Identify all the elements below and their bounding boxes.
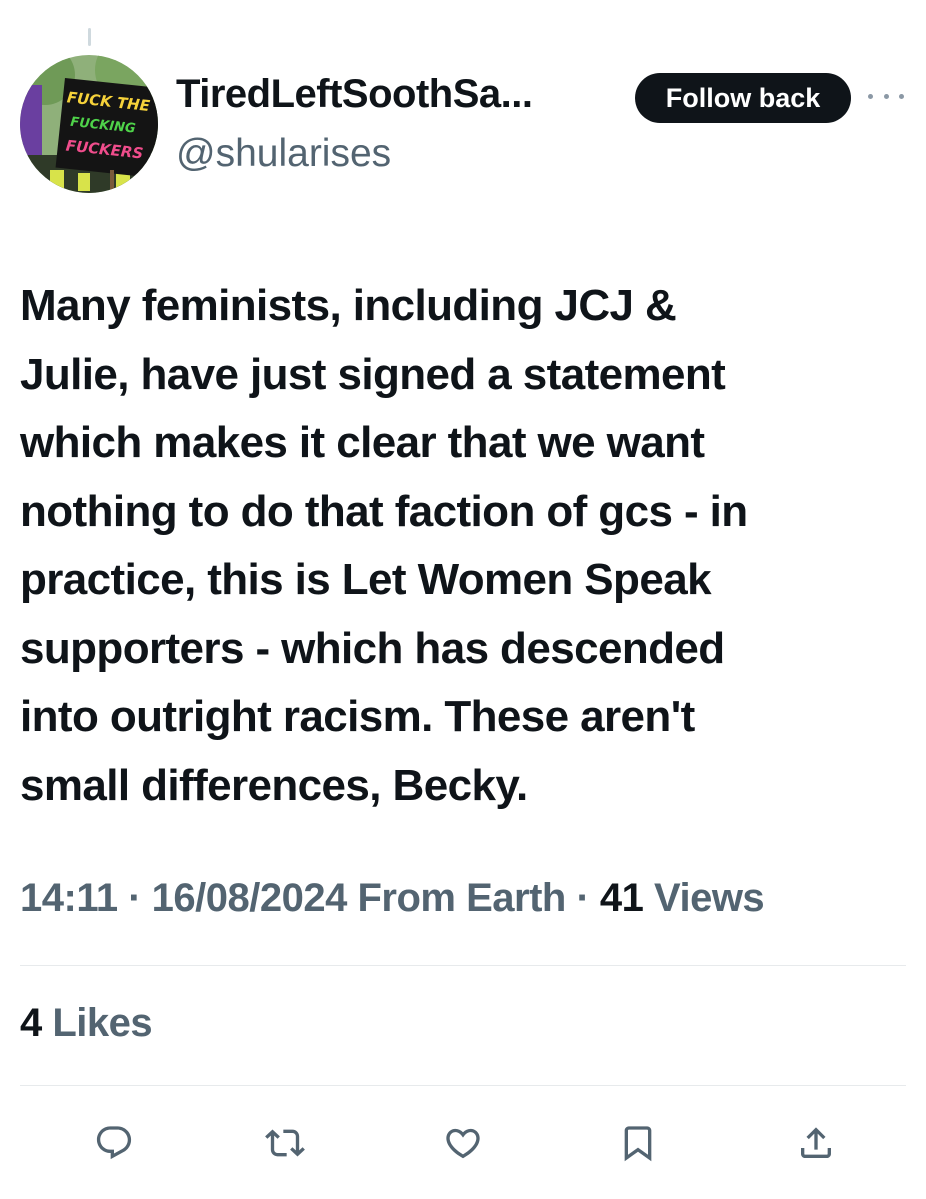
divider — [20, 965, 906, 966]
retweet-icon — [265, 1129, 305, 1157]
tweet-date[interactable]: 16/08/2024 — [152, 876, 348, 920]
tweet-location: From Earth — [346, 876, 566, 920]
tweet-text: Many feminists, including JCJ & Julie, h… — [20, 272, 900, 820]
share-button[interactable] — [792, 1119, 840, 1167]
like-icon — [446, 1128, 480, 1159]
tweet-text-line: Julie, have just signed a statement — [20, 349, 726, 399]
likes-count: 4 — [20, 1001, 42, 1045]
tweet-detail: FUCK THE FUCKING FUCKERS TiredLeftSoothS… — [0, 0, 926, 1199]
tweet-meta: 14:11 · 16/08/2024 From Earth · 41 Views — [20, 876, 765, 921]
author-handle[interactable]: @shularises — [176, 132, 391, 176]
share-icon — [801, 1127, 831, 1158]
more-horizontal-icon[interactable] — [868, 86, 904, 106]
bookmark-button[interactable] — [614, 1119, 662, 1167]
meta-separator: · — [565, 876, 600, 920]
likes-stat[interactable]: 4 Likes — [20, 1001, 153, 1046]
retweet-button[interactable] — [261, 1119, 309, 1167]
author-display-name[interactable]: TiredLeftSoothSa... — [176, 72, 533, 117]
bookmark-icon — [624, 1126, 652, 1162]
tweet-text-line: Many feminists, including JCJ & — [20, 281, 677, 330]
tweet-text-line: small differences, Becky. — [20, 760, 528, 810]
meta-separator: · — [117, 876, 152, 920]
views-count: 41 — [599, 876, 644, 920]
thread-connector-line — [88, 28, 91, 46]
divider — [20, 1085, 906, 1086]
likes-label: Likes — [41, 1001, 153, 1045]
tweet-text-line: nothing to do that faction of gcs - in — [20, 486, 748, 536]
reply-button[interactable] — [90, 1119, 138, 1167]
tweet-text-line: into outright racism. These aren't — [20, 692, 695, 741]
tweet-text-line: supporters - which has descended — [20, 623, 725, 673]
tweet-text-line: practice, this is Let Women Speak — [20, 555, 712, 604]
like-button[interactable] — [439, 1119, 487, 1167]
avatar-image: FUCK THE FUCKING FUCKERS — [20, 55, 158, 193]
tweet-time[interactable]: 14:11 — [20, 876, 118, 920]
follow-back-button[interactable]: Follow back — [635, 73, 851, 123]
tweet-text-line: which makes it clear that we want — [20, 418, 705, 467]
reply-icon — [96, 1126, 132, 1160]
avatar[interactable]: FUCK THE FUCKING FUCKERS — [20, 55, 158, 193]
views-label: Views — [643, 876, 765, 920]
